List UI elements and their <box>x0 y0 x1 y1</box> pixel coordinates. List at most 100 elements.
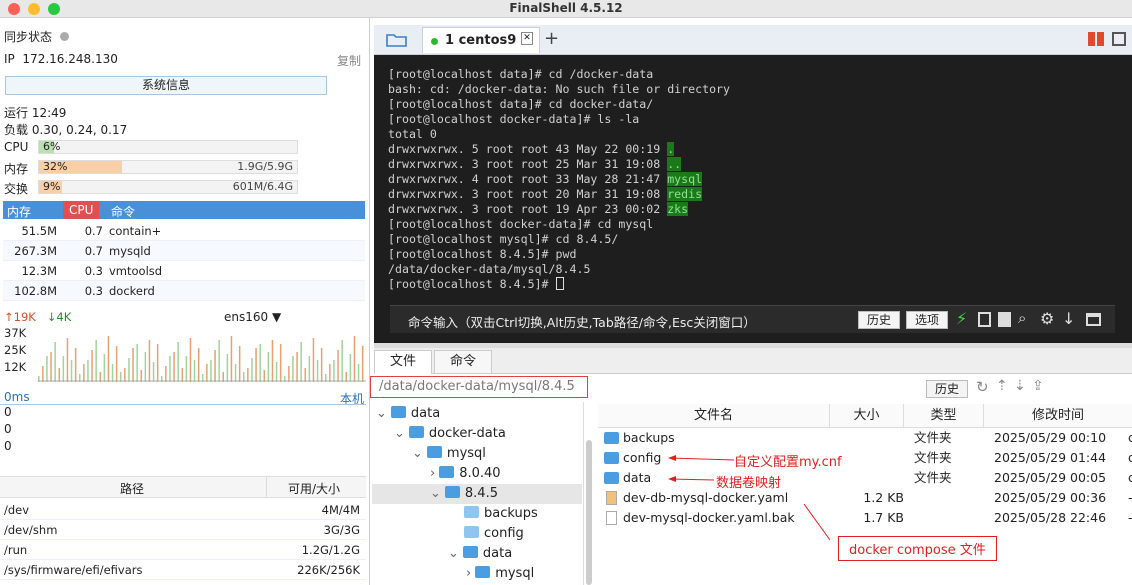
tree-node-selected[interactable]: ⌄ 8.4.5 <box>372 484 582 504</box>
traffic-bar <box>74 348 77 382</box>
paste-icon[interactable] <box>998 312 1011 327</box>
tab-files[interactable]: 文件 <box>374 350 432 374</box>
proc-header-mem[interactable]: 内存 <box>7 203 31 220</box>
path-history-button[interactable]: 历史 <box>926 380 968 398</box>
sync-status: 同步状态 <box>4 28 69 45</box>
proc-cmd: contain+ <box>109 224 162 238</box>
traffic-bar <box>181 368 183 382</box>
tree-scrollbar[interactable] <box>586 440 592 585</box>
col-header-time[interactable]: 修改时间 <box>984 404 1132 428</box>
traffic-bar <box>320 348 323 382</box>
copy-icon[interactable] <box>978 312 991 327</box>
tree-node[interactable]: config <box>464 524 524 544</box>
command-input-bar[interactable]: 命令输入（双击Ctrl切换,Alt历史,Tab路径/命令,Esc关闭窗口） 历史… <box>390 305 1115 333</box>
col-header-name[interactable]: 文件名 <box>598 404 830 428</box>
tree-label: docker-data <box>428 426 506 441</box>
network-graph <box>38 336 366 382</box>
file-row[interactable]: backups 文件夹 2025/05/29 00:10 d <box>598 428 1132 448</box>
disk-header-path[interactable]: 路径 <box>120 480 144 497</box>
close-icon[interactable]: ✕ <box>521 32 533 45</box>
tree-node[interactable]: › mysql <box>466 564 534 584</box>
sysinfo-button[interactable]: 系统信息 <box>5 76 327 95</box>
disk-path: /dev/shm <box>4 523 58 537</box>
terminal-options-button[interactable]: 选项 <box>906 311 948 329</box>
load-average: 负载 0.30, 0.24, 0.17 <box>4 123 128 137</box>
file-time: 2025/05/29 00:10 <box>994 430 1107 445</box>
latency-tick: 0 <box>4 439 12 453</box>
tab-commands[interactable]: 命令 <box>434 350 492 374</box>
layout-grid-icon[interactable] <box>1088 32 1104 46</box>
proc-cpu: 0.3 <box>84 284 103 298</box>
terminal-text: /data/docker-data/mysql/8.4.5 <box>388 262 591 276</box>
upload-icon[interactable]: ⇡ <box>996 378 1008 394</box>
proc-cmd: dockerd <box>109 284 155 298</box>
traffic-bar <box>341 340 343 382</box>
tree-label: mysql <box>495 566 535 581</box>
file-extra: - <box>1128 508 1132 528</box>
traffic-bar <box>132 348 134 382</box>
menu-icon[interactable] <box>1112 32 1126 46</box>
window-icon[interactable] <box>1086 313 1101 326</box>
tree-node[interactable]: ⌄ data <box>448 544 512 564</box>
tree-node[interactable]: ⌄ mysql <box>412 444 486 464</box>
refresh-icon[interactable]: ↻ <box>976 378 989 396</box>
disk-header-size[interactable]: 可用/大小 <box>288 480 340 497</box>
tree-node[interactable]: ⌄ data <box>376 404 440 424</box>
net-summary: ↑19K ↓4K <box>4 310 71 324</box>
disk-row[interactable]: /run 1.2G/1.2G <box>0 540 366 560</box>
add-tab-button[interactable]: + <box>544 28 559 49</box>
proc-header-cpu[interactable]: CPU <box>63 201 100 219</box>
terminal-text: [root@localhost data]# cd /docker-data <box>388 67 654 81</box>
process-row[interactable]: 102.8M 0.3 dockerd <box>3 281 365 301</box>
terminal[interactable]: [root@localhost data]# cd /docker-data ba… <box>374 55 1132 343</box>
process-row[interactable]: 12.3M 0.3 vmtoolsd <box>3 261 365 281</box>
col-header-type[interactable]: 类型 <box>904 404 984 428</box>
path-input[interactable]: /data/docker-data/mysql/8.4.5 <box>370 376 588 398</box>
download-icon[interactable]: ↓ <box>1062 309 1075 328</box>
terminal-line: drwxrwxrwx. 4 root root 33 May 28 21:47 … <box>388 172 703 186</box>
terminal-line: [root@localhost data]# cd docker-data/ <box>388 97 653 111</box>
traffic-bar <box>173 352 175 382</box>
copy-ip-button[interactable]: 复制 <box>337 52 361 69</box>
traffic-bar <box>308 356 311 382</box>
lightning-icon[interactable]: ⚡ <box>956 309 967 328</box>
folder-open-icon[interactable] <box>386 32 408 48</box>
traffic-bar <box>349 354 352 382</box>
terminal-line: drwxrwxrwx. 5 root root 43 May 22 00:19 … <box>388 142 675 156</box>
traffic-bar <box>259 344 261 382</box>
proc-cpu: 0.7 <box>84 244 103 258</box>
traffic-bar <box>214 350 216 382</box>
disk-row[interactable]: /dev 4M/4M <box>0 500 366 520</box>
terminal-history-button[interactable]: 历史 <box>858 311 900 329</box>
tree-node[interactable]: ⌄ docker-data <box>394 424 506 444</box>
traffic-bar <box>255 348 257 382</box>
traffic-bar <box>124 368 126 382</box>
terminal-text: drwxrwxrwx. 3 root root 25 Mar 31 19:08 <box>388 157 668 171</box>
traffic-bar <box>107 336 110 382</box>
terminal-text: [root@localhost 8.4.5]# <box>388 277 556 291</box>
process-row[interactable]: 267.3M 0.7 mysqld <box>3 241 365 261</box>
search-icon[interactable]: ⌕ <box>1018 309 1026 327</box>
folder-icon <box>464 526 479 538</box>
mem-value: 1.9G/5.9G <box>237 160 293 173</box>
traffic-bar <box>197 348 200 382</box>
tree-node[interactable]: › 8.0.40 <box>430 464 501 484</box>
folder-icon <box>604 472 619 484</box>
gear-icon[interactable]: ⚙ <box>1040 309 1054 328</box>
iface-select[interactable]: ens160 ▼ <box>224 310 281 324</box>
disk-row[interactable]: /dev/shm 3G/3G <box>0 520 366 540</box>
proc-header-cmd[interactable]: 命令 <box>111 203 135 220</box>
download-file-icon[interactable]: ⇣ <box>1014 378 1026 394</box>
terminal-text: drwxrwxrwx. 3 root root 20 Mar 31 19:08 <box>388 187 668 201</box>
terminal-line: drwxrwxrwx. 3 root root 19 Apr 23 00:02 … <box>388 202 689 216</box>
tree-node[interactable]: backups <box>464 504 538 524</box>
disk-row[interactable]: /sys/firmware/efi/efivars 226K/256K <box>0 560 366 580</box>
terminal-line: [root@localhost docker-data]# ls -la <box>388 112 639 126</box>
traffic-bar <box>296 352 298 382</box>
col-header-size[interactable]: 大小 <box>830 404 904 428</box>
process-row[interactable]: 51.5M 0.7 contain+ <box>3 221 365 241</box>
tab-session[interactable]: 1 centos9 ✕ <box>422 27 540 53</box>
upload-folder-icon[interactable]: ⇪ <box>1032 378 1044 394</box>
file-name: data <box>623 470 652 485</box>
file-size: 1.2 KB <box>863 490 904 505</box>
